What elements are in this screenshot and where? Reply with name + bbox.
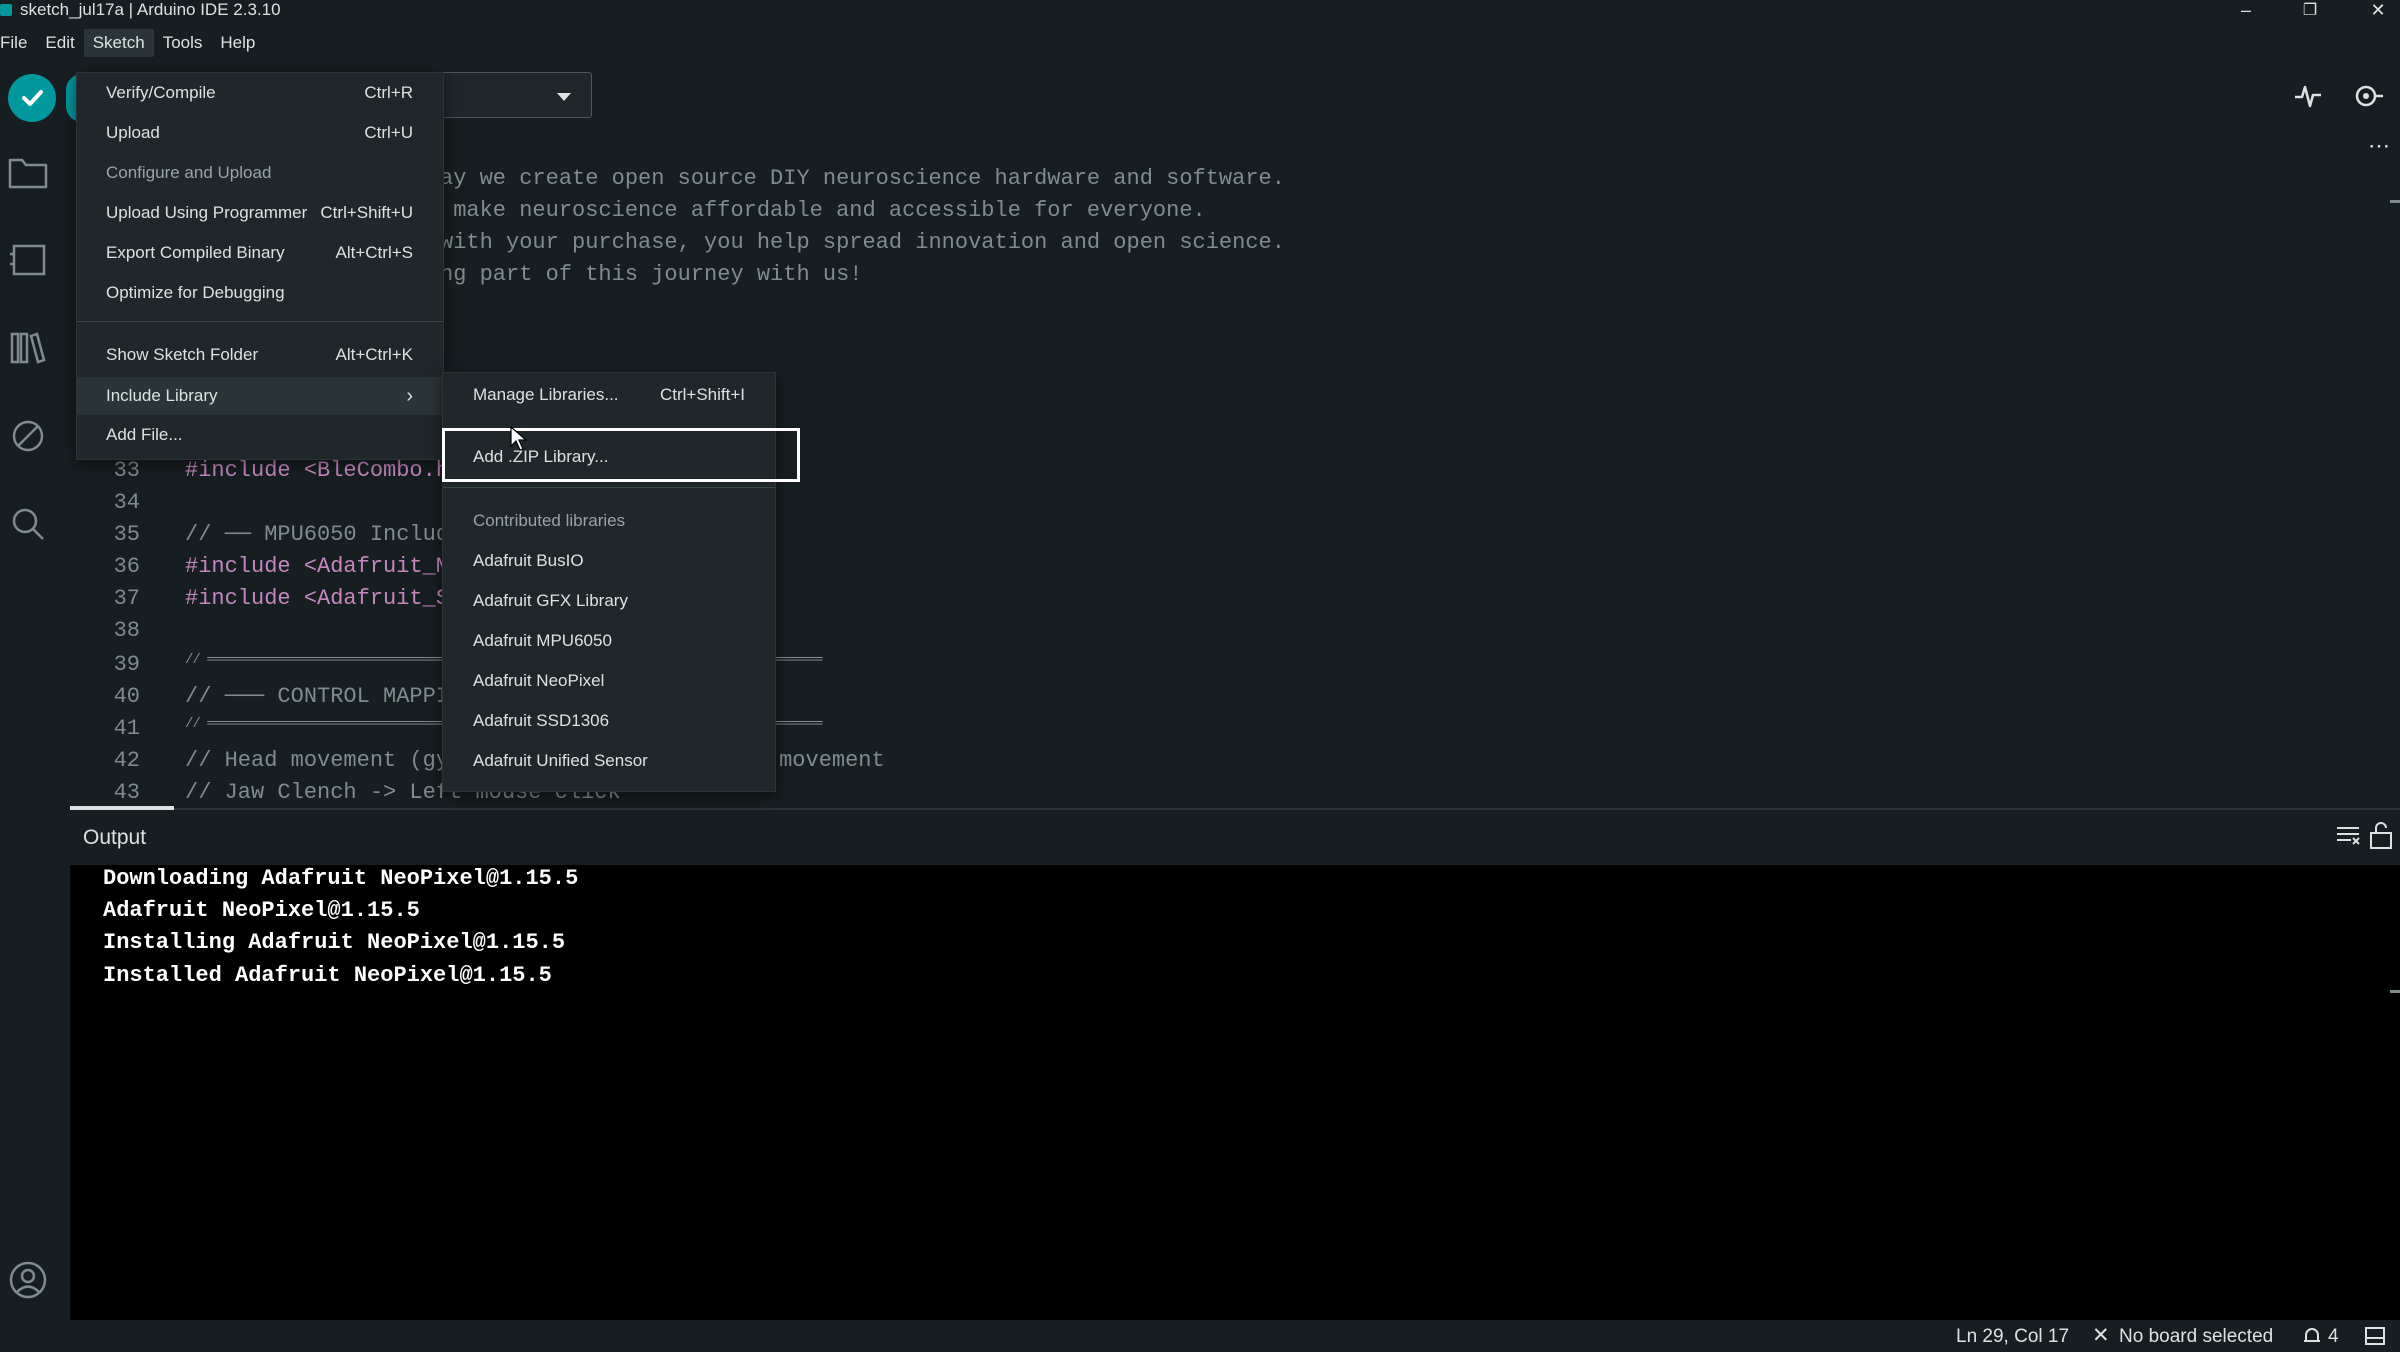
menu-item-add-file[interactable]: Add File...: [77, 417, 443, 453]
line-number: 40: [113, 684, 140, 709]
verify-button[interactable]: [8, 74, 56, 122]
library-item[interactable]: Adafruit BusIO: [443, 543, 775, 579]
menu-file[interactable]: File: [0, 29, 36, 57]
serial-monitor-icon: [2355, 85, 2383, 107]
boards-manager-icon[interactable]: [6, 238, 50, 282]
panel-divider[interactable]: [70, 808, 2400, 810]
checkmark-icon: [22, 90, 43, 106]
menu-item-verify-compile[interactable]: Verify/Compile Ctrl+R: [77, 75, 443, 111]
line-number: 38: [113, 618, 140, 643]
search-icon[interactable]: [6, 502, 50, 546]
notification-count: 4: [2328, 1326, 2339, 1347]
code-line: make neuroscience affordable and accessi…: [440, 198, 1206, 223]
menu-help[interactable]: Help: [211, 29, 264, 57]
library-item[interactable]: Adafruit GFX Library: [443, 583, 775, 619]
line-number: 43: [113, 780, 140, 805]
contributed-libraries-heading: Contributed libraries: [473, 511, 626, 530]
line-number: 36: [113, 554, 140, 579]
debug-icon[interactable]: [6, 414, 50, 458]
chevron-down-icon: [557, 93, 571, 101]
line-number: 39: [113, 652, 140, 677]
code-line: // ─── CONTROL MAPPING: [185, 684, 476, 709]
serial-monitor-button[interactable]: [2348, 76, 2388, 116]
menu-item-configure-and-upload: Configure and Upload: [106, 163, 272, 182]
cursor-position[interactable]: Ln 29, Col 17: [1956, 1326, 2069, 1348]
status-bar: Ln 29, Col 17 ✕ No board selected 4: [0, 1320, 2400, 1350]
menu-item-upload[interactable]: Upload Ctrl+U: [77, 115, 443, 151]
menu-item-export-compiled-binary[interactable]: Export Compiled Binary Alt+Ctrl+S: [77, 235, 443, 271]
bell-icon[interactable]: [2302, 1326, 2322, 1352]
arduino-app-icon: [0, 4, 12, 16]
account-icon[interactable]: [6, 1258, 50, 1302]
output-line: Installing Adafruit NeoPixel@1.15.5: [103, 930, 566, 955]
window-title: sketch_jul17a | Arduino IDE 2.3.10: [20, 0, 281, 19]
menu-separator: [443, 487, 775, 488]
line-number: 41: [113, 716, 140, 741]
menu-item-show-sketch-folder[interactable]: Show Sketch Folder Alt+Ctrl+K: [77, 337, 443, 373]
close-icon: ✕: [2092, 1324, 2110, 1347]
restore-button[interactable]: ❐: [2290, 0, 2330, 20]
menu-item-manage-libraries[interactable]: Manage Libraries... Ctrl+Shift+I: [443, 377, 775, 413]
menu-edit[interactable]: Edit: [36, 29, 83, 57]
panel-toggle-icon[interactable]: [2364, 1326, 2386, 1352]
output-scroll-marker: [2390, 990, 2400, 993]
chevron-right-icon: ›: [406, 384, 413, 407]
board-status[interactable]: No board selected: [2119, 1326, 2273, 1348]
library-manager-icon[interactable]: [6, 326, 50, 370]
line-number: 34: [113, 490, 140, 515]
code-line: ay we create open source DIY neuroscienc…: [440, 166, 1285, 191]
output-line: Adafruit NeoPixel@1.15.5: [103, 898, 420, 923]
menu-separator: [77, 321, 443, 322]
sketchbook-icon[interactable]: [6, 150, 50, 194]
menu-tools[interactable]: Tools: [154, 29, 212, 57]
output-line: Downloading Adafruit NeoPixel@1.15.5: [103, 866, 579, 891]
library-item[interactable]: Adafruit MPU6050: [443, 623, 775, 659]
plotter-icon: [2295, 85, 2321, 108]
library-item[interactable]: Adafruit NeoPixel: [443, 663, 775, 699]
menu-sketch[interactable]: Sketch: [83, 29, 154, 57]
minimize-button[interactable]: –: [2226, 0, 2266, 20]
output-line: Installed Adafruit NeoPixel@1.15.5: [103, 963, 552, 988]
code-line: with your purchase, you help spread inno…: [440, 230, 1285, 255]
menu-item-optimize-for-debugging[interactable]: Optimize for Debugging: [77, 275, 443, 311]
code-line: // ── MPU6050 Includes: [185, 522, 476, 547]
line-number: 33: [113, 458, 140, 483]
menu-item-upload-using-programmer[interactable]: Upload Using Programmer Ctrl+Shift+U: [77, 195, 443, 231]
title-bar: sketch_jul17a | Arduino IDE 2.3.10: [0, 0, 2400, 20]
board-selector[interactable]: [440, 72, 592, 118]
menu-bar: File Edit Sketch Tools Help: [0, 28, 264, 58]
line-number: 35: [113, 522, 140, 547]
library-item[interactable]: Adafruit SSD1306: [443, 703, 775, 739]
editor-scroll-marker: [2390, 200, 2400, 203]
sketch-menu: Verify/Compile Ctrl+R Upload Ctrl+U Config…: [76, 72, 444, 460]
code-line: ng part of this journey with us!: [440, 262, 863, 287]
line-number: 42: [113, 748, 140, 773]
serial-plotter-button[interactable]: [2288, 76, 2328, 116]
close-button[interactable]: ✕: [2358, 0, 2398, 20]
line-number: 37: [113, 586, 140, 611]
code-line: #include <BleCombo.h>: [185, 458, 463, 483]
clear-output-icon[interactable]: [2334, 822, 2362, 850]
output-title: Output: [83, 826, 147, 849]
mouse-cursor-icon: [510, 425, 528, 457]
active-tab-indicator: [70, 806, 174, 810]
menu-item-include-library[interactable]: Include Library ›: [77, 377, 443, 415]
lock-icon[interactable]: [2368, 820, 2396, 850]
library-item[interactable]: Adafruit Unified Sensor: [443, 743, 775, 779]
output-header: [70, 812, 2400, 862]
highlight-box: [442, 428, 800, 482]
